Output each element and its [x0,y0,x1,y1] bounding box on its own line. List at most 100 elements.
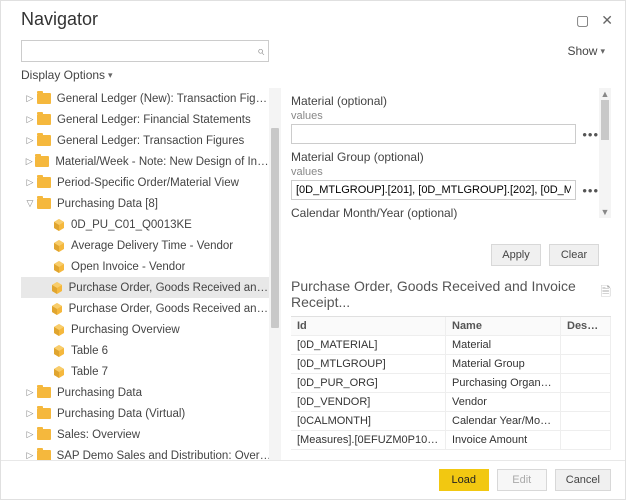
folder-icon [37,177,51,188]
table-row[interactable]: [Measures].[0EFUZM0P10X72MBPOYVBYISWVInv… [291,431,611,450]
document-icon[interactable]: 🗎 [601,283,611,305]
tree-folder-item[interactable]: ▷ General Ledger: Financial Statements [21,109,281,130]
tree-folder-item[interactable]: ▽ Purchasing Data [8] [21,193,281,214]
expand-icon[interactable]: ▷ [25,135,35,146]
tree-cube-item[interactable]: 0D_PU_C01_Q0013KE [21,214,281,235]
table-row[interactable]: [0CALMONTH]Calendar Year/Month [291,412,611,431]
display-options-dropdown[interactable]: Display Options▾ [21,68,605,82]
window-restore-icon[interactable]: ▢ [576,13,589,27]
tree-folder-item[interactable]: ▷ Material/Week - Note: New Design of Inv… [21,151,281,172]
tree-cube-item[interactable]: Average Delivery Time - Vendor [21,235,281,256]
expand-icon[interactable]: ▷ [25,93,35,104]
scroll-down-icon[interactable]: ▼ [599,206,611,218]
tree-folder-item[interactable]: ▷ Period-Specific Order/Material View [21,172,281,193]
param-input-material-group[interactable] [291,180,576,200]
tree-item-label: General Ledger: Transaction Figures [57,135,244,147]
table-cell: Calendar Year/Month [446,412,561,430]
preview-table: IdNameDescription[0D_MATERIAL]Material[0… [291,316,611,450]
ellipsis-icon[interactable]: ••• [582,183,599,198]
tree-cube-item[interactable]: Purchase Order, Goods Received and Invoi… [21,277,281,298]
tree-item-label: Period-Specific Order/Material View [57,177,239,189]
ellipsis-icon[interactable]: ••• [582,127,599,142]
table-cell: [0D_MTLGROUP] [291,355,446,373]
chevron-down-icon: ▾ [108,70,113,80]
clear-button[interactable]: Clear [549,244,599,266]
params-scrollbar[interactable]: ▲ ▼ [599,88,611,218]
table-cell: Material Group [446,355,561,373]
table-cell: Material [446,336,561,354]
tree-folder-item[interactable]: ▷Purchasing Data [21,382,281,403]
window-title: Navigator [21,9,98,30]
cube-icon [53,366,65,378]
folder-icon [37,198,51,209]
tree-folder-item[interactable]: ▷ General Ledger: Transaction Figures [21,130,281,151]
apply-button[interactable]: Apply [491,244,541,266]
tree-item-label: Purchasing Data [8] [57,198,158,210]
param-label-calmonth: Calendar Month/Year (optional) [291,206,599,220]
expand-icon[interactable]: ▷ [25,156,33,167]
table-header-cell[interactable]: Id [291,317,446,335]
window-close-icon[interactable]: ✕ [601,13,613,27]
table-cell [561,336,611,354]
tree-item-label: General Ledger (New): Transaction Figure… [57,93,273,105]
table-cell [561,393,611,411]
param-sublabel: values [291,110,599,122]
table-cell: Invoice Amount [446,431,561,449]
table-cell [561,412,611,430]
expand-icon[interactable]: ▷ [25,429,35,440]
cancel-button[interactable]: Cancel [555,469,611,491]
folder-icon [37,93,51,104]
expand-icon[interactable]: ▷ [25,387,35,398]
folder-icon [37,429,51,440]
tree-cube-item[interactable]: Table 6 [21,340,281,361]
cube-icon [51,303,63,315]
table-row[interactable]: [0D_MATERIAL]Material [291,336,611,355]
tree-folder-item[interactable]: ▷ Purchasing Data (Virtual) [21,403,281,424]
table-row[interactable]: [0D_PUR_ORG]Purchasing Organization [291,374,611,393]
expand-icon[interactable]: ▷ [25,408,35,419]
table-cell: [0CALMONTH] [291,412,446,430]
table-row[interactable]: [0D_MTLGROUP]Material Group [291,355,611,374]
folder-icon [37,408,51,419]
show-dropdown[interactable]: Show▾ [567,44,605,58]
tree-item-label: 0D_PU_C01_Q0013KE [71,219,192,231]
tree-scrollbar[interactable] [269,88,281,488]
expand-icon[interactable]: ▷ [25,114,35,125]
display-options-label: Display Options [21,68,105,82]
chevron-down-icon: ▾ [600,46,605,56]
load-button[interactable]: Load [439,469,489,491]
table-header-cell[interactable]: Name [446,317,561,335]
search-input[interactable] [26,44,257,58]
table-cell: [0D_MATERIAL] [291,336,446,354]
tree-folder-item[interactable]: ▷ Sales: Overview [21,424,281,445]
table-cell: Vendor [446,393,561,411]
expand-icon[interactable]: ▷ [25,177,35,188]
tree-item-label: Purchasing Overview [71,324,180,336]
tree-folder-item[interactable]: ▷ General Ledger (New): Transaction Figur… [21,88,281,109]
search-input-wrapper[interactable]: ⌕ [21,40,269,62]
table-row[interactable]: [0D_VENDOR]Vendor [291,393,611,412]
search-icon[interactable]: ⌕ [257,43,264,59]
scroll-up-icon[interactable]: ▲ [599,88,611,100]
tree-item-label: Purchase Order, Goods Received and Invoi… [69,303,273,315]
param-label-material-group: Material Group (optional) [291,150,599,164]
tree-item-label: Material/Week - Note: New Design of Inve… [55,156,273,168]
tree-item-label: Sales: Overview [57,429,140,441]
tree-cube-item[interactable]: Purchase Order, Goods Received and Invoi… [21,298,281,319]
table-cell [561,374,611,392]
param-sublabel: values [291,166,599,178]
tree-item-label: Average Delivery Time - Vendor [71,240,233,252]
table-cell: [0D_PUR_ORG] [291,374,446,392]
tree-cube-item[interactable]: Table 7 [21,361,281,382]
tree-item-label: Purchasing Data (Virtual) [57,408,185,420]
folder-icon [37,135,51,146]
tree-item-label: General Ledger: Financial Statements [57,114,251,126]
table-header-cell[interactable]: Description [561,317,611,335]
param-input-material[interactable] [291,124,576,144]
tree-cube-item[interactable]: Purchasing Overview [21,319,281,340]
tree-cube-item[interactable]: Open Invoice - Vendor [21,256,281,277]
preview-title: Purchase Order, Goods Received and Invoi… [291,278,595,310]
show-label: Show [567,44,597,58]
cube-icon [53,261,65,273]
expand-icon[interactable]: ▽ [25,198,35,209]
